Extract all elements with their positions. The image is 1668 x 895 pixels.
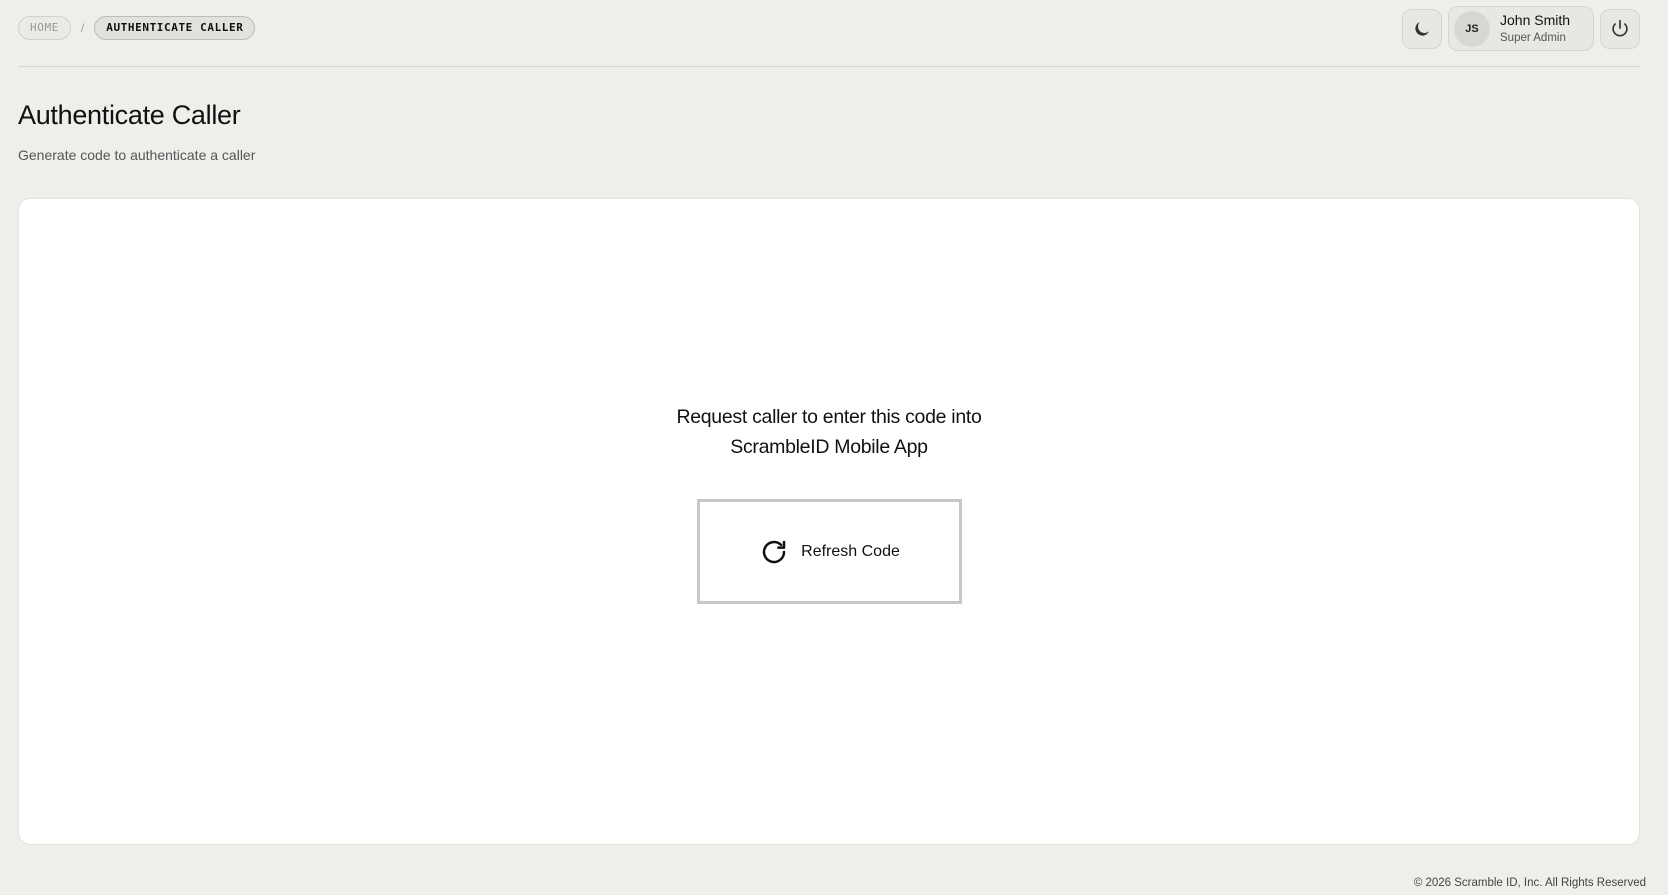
auth-code-card: Request caller to enter this code into S… [18, 198, 1640, 845]
user-info: John Smith Super Admin [1500, 12, 1570, 46]
user-name: John Smith [1500, 11, 1571, 28]
breadcrumb-current: AUTHENTICATE CALLER [94, 16, 256, 40]
power-icon [1612, 19, 1628, 36]
refresh-code-label: Refresh Code [801, 542, 900, 560]
breadcrumb-separator: / [80, 21, 85, 35]
user-role: Super Admin [1500, 32, 1566, 45]
refresh-code-button[interactable]: Refresh Code [697, 499, 962, 604]
page-title: Authenticate Caller [18, 100, 241, 130]
avatar: JS [1454, 10, 1490, 47]
top-bar: HOME / AUTHENTICATE CALLER JS John Smith… [18, 0, 1640, 67]
moon-icon [1415, 21, 1430, 36]
refresh-icon [762, 540, 786, 563]
instruction-text: Request caller to enter this code into S… [19, 402, 1639, 462]
header-actions: JS John Smith Super Admin [1402, 6, 1640, 51]
footer-copyright: © 2026 Scramble ID, Inc. All Rights Rese… [1413, 877, 1646, 889]
breadcrumb-home[interactable]: HOME [18, 16, 71, 40]
instruction-line-1: Request caller to enter this code into [676, 406, 982, 428]
user-menu[interactable]: JS John Smith Super Admin [1448, 6, 1594, 51]
page-subtitle: Generate code to authenticate a caller [18, 147, 256, 163]
logout-button[interactable] [1600, 8, 1640, 49]
instruction-line-2: ScrambleID Mobile App [730, 436, 928, 458]
breadcrumb: HOME / AUTHENTICATE CALLER [18, 16, 256, 40]
theme-toggle-button[interactable] [1402, 8, 1442, 49]
